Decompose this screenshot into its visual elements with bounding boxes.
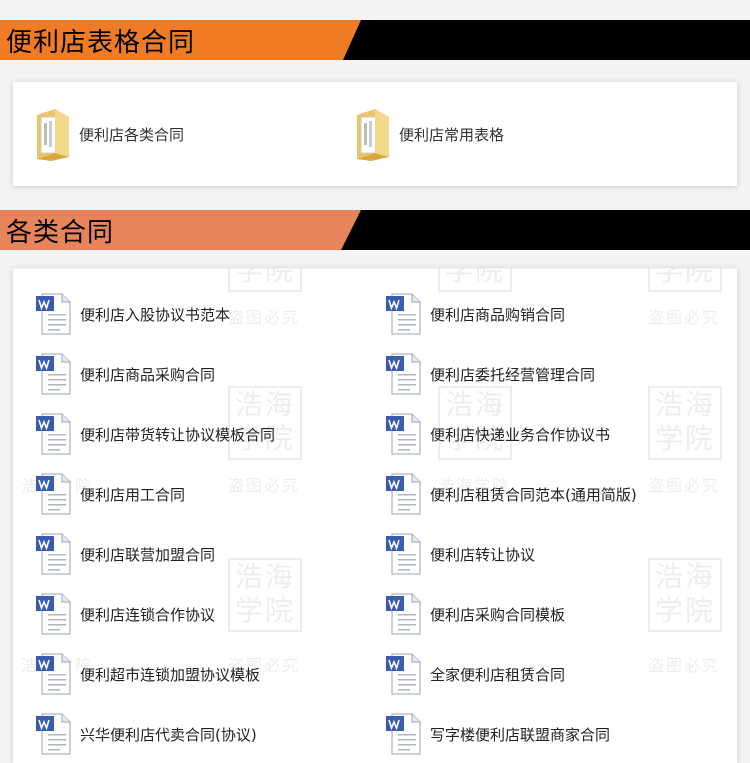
contract-label: 写字楼便利店联盟商家合同 — [430, 725, 611, 744]
watermark-seal: 浩海学院 — [438, 268, 512, 292]
contract-label: 便利店连锁合作协议 — [80, 605, 216, 624]
folder-icon — [353, 107, 393, 161]
contract-label: 便利店转让协议 — [430, 545, 536, 564]
contract-label: 便利店商品采购合同 — [80, 365, 216, 384]
folder-label: 便利店各类合同 — [79, 125, 185, 144]
contract-label: 便利店委托经营管理合同 — [430, 365, 596, 384]
word-doc-icon — [384, 292, 422, 336]
word-doc-icon — [384, 652, 422, 696]
contract-label: 便利超市连锁加盟协议模板 — [80, 665, 261, 684]
contracts-card: 浩海学院 浩海学院 浩海学院 盗图必究 盗图必究 浩海学院 浩海学院 浩海学院 … — [13, 268, 737, 763]
contract-item[interactable]: 便利店联营加盟合同 — [34, 532, 215, 576]
watermark-caption: 盗图必究 — [648, 476, 721, 495]
contract-label: 便利店租赁合同范本(通用简版) — [430, 485, 637, 504]
contract-item[interactable]: 便利店转让协议 — [384, 532, 535, 576]
contract-label: 便利店用工合同 — [80, 485, 186, 504]
folder-card: 便利店各类合同 便利店常用表格 — [13, 82, 737, 186]
contract-item[interactable]: 便利店带货转让协议模板合同 — [34, 412, 275, 456]
folder-icon — [33, 107, 73, 161]
contract-label: 便利店商品购销合同 — [430, 305, 566, 324]
watermark-seal: 浩海学院 — [648, 386, 722, 460]
watermark-line — [13, 268, 737, 269]
contract-item[interactable]: 写字楼便利店联盟商家合同 — [384, 712, 610, 756]
watermark-caption: 盗图必究 — [648, 308, 721, 327]
folder-label: 便利店常用表格 — [399, 125, 505, 144]
contract-item[interactable]: 便利店用工合同 — [34, 472, 185, 516]
contract-label: 兴华便利店代卖合同(协议) — [80, 725, 257, 744]
word-doc-icon — [34, 592, 72, 636]
section-title-forms: 便利店表格合同 — [0, 20, 361, 60]
section-title-contracts: 各类合同 — [0, 210, 361, 250]
folder-item-contracts[interactable]: 便利店各类合同 — [33, 107, 184, 161]
word-doc-icon — [384, 352, 422, 396]
watermark-caption: 盗图必究 — [648, 656, 721, 675]
contract-item[interactable]: 便利超市连锁加盟协议模板 — [34, 652, 260, 696]
contract-label: 便利店快递业务合作协议书 — [430, 425, 611, 444]
contract-item[interactable]: 便利店商品购销合同 — [384, 292, 565, 336]
contract-item[interactable]: 便利店连锁合作协议 — [34, 592, 215, 636]
contract-item[interactable]: 兴华便利店代卖合同(协议) — [34, 712, 257, 756]
word-doc-icon — [34, 412, 72, 456]
word-doc-icon — [34, 352, 72, 396]
word-doc-icon — [384, 712, 422, 756]
folder-item-forms[interactable]: 便利店常用表格 — [353, 107, 504, 161]
watermark-seal: 浩海学院 — [228, 268, 302, 292]
section-header-forms: 便利店表格合同 — [0, 20, 750, 60]
word-doc-icon — [384, 412, 422, 456]
contract-item[interactable]: 便利店采购合同模板 — [384, 592, 565, 636]
section-header-contracts: 各类合同 — [0, 210, 750, 250]
contract-label: 全家便利店租赁合同 — [430, 665, 566, 684]
watermark-seal: 浩海学院 — [648, 268, 722, 292]
contract-item[interactable]: 全家便利店租赁合同 — [384, 652, 565, 696]
watermark-seal: 浩海学院 — [648, 558, 722, 632]
contract-item[interactable]: 便利店租赁合同范本(通用简版) — [384, 472, 637, 516]
contract-label: 便利店采购合同模板 — [430, 605, 566, 624]
watermark-caption: 盗图必究 — [228, 308, 301, 327]
word-doc-icon — [384, 592, 422, 636]
word-doc-icon — [384, 532, 422, 576]
watermark-caption: 盗图必究 — [228, 476, 301, 495]
contract-label: 便利店入股协议书范本 — [80, 305, 231, 324]
word-doc-icon — [34, 472, 72, 516]
word-doc-icon — [34, 532, 72, 576]
word-doc-icon — [34, 652, 72, 696]
word-doc-icon — [34, 292, 72, 336]
contract-item[interactable]: 便利店商品采购合同 — [34, 352, 215, 396]
contract-label: 便利店带货转让协议模板合同 — [80, 425, 276, 444]
word-doc-icon — [384, 472, 422, 516]
contract-item[interactable]: 便利店快递业务合作协议书 — [384, 412, 610, 456]
contract-item[interactable]: 便利店委托经营管理合同 — [384, 352, 595, 396]
contract-label: 便利店联营加盟合同 — [80, 545, 216, 564]
word-doc-icon — [34, 712, 72, 756]
contract-item[interactable]: 便利店入股协议书范本 — [34, 292, 230, 336]
watermark-seal: 浩海学院 — [228, 558, 302, 632]
